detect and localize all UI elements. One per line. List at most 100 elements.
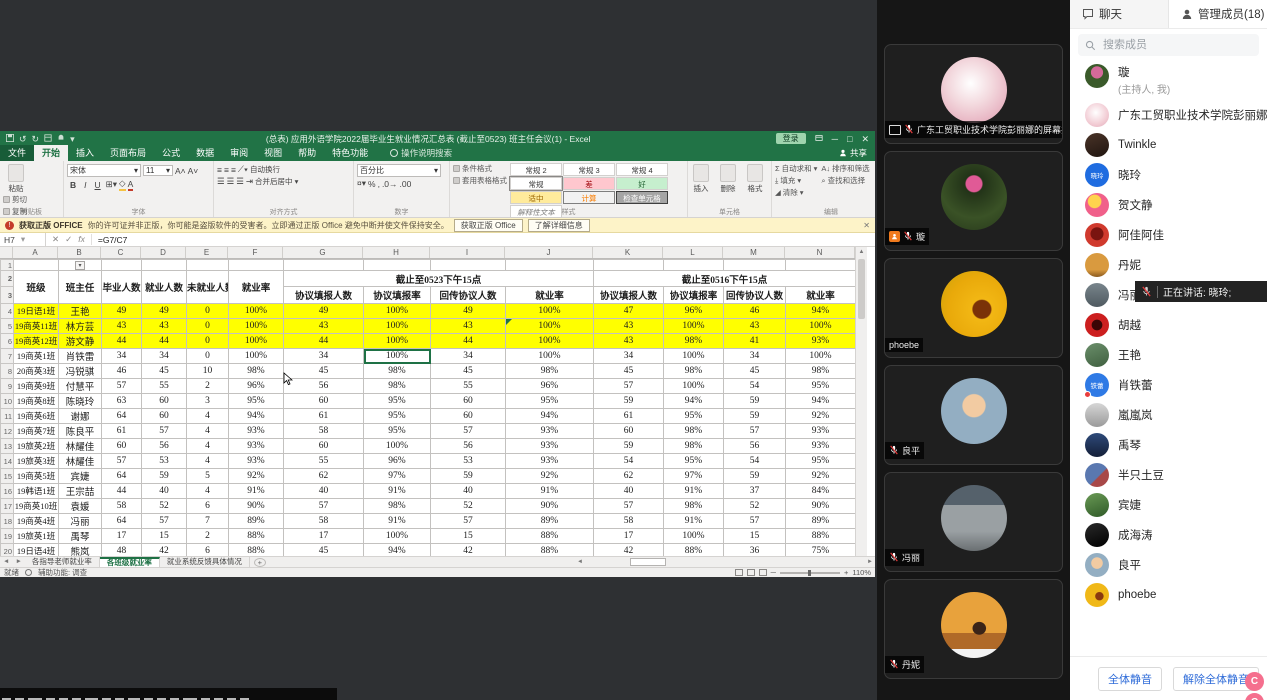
cell-value[interactable]: 5 bbox=[187, 469, 229, 484]
ribbon-tab-公式[interactable]: 公式 bbox=[154, 145, 188, 161]
插入-button[interactable]: 插入 bbox=[691, 163, 711, 194]
member-item[interactable]: 阿佳阿佳 bbox=[1070, 220, 1267, 250]
cell-style-常规 2[interactable]: 常规 2 bbox=[510, 163, 562, 176]
cell-value[interactable]: 45 bbox=[724, 364, 786, 379]
cell-value[interactable]: 92% bbox=[229, 469, 284, 484]
cell-value[interactable]: 40 bbox=[594, 484, 664, 499]
cell-value[interactable]: 88% bbox=[506, 544, 594, 557]
column-header-K[interactable]: K bbox=[593, 247, 663, 258]
cell-value[interactable]: 17 bbox=[102, 529, 142, 544]
cell-style-好[interactable]: 好 bbox=[616, 177, 668, 190]
borders-icon[interactable]: ⊞▾ bbox=[106, 179, 117, 190]
cell-value[interactable]: 17 bbox=[594, 529, 664, 544]
cell-value[interactable]: 6 bbox=[187, 499, 229, 514]
cell-value[interactable]: 15 bbox=[724, 529, 786, 544]
cell-value[interactable]: 59 bbox=[724, 394, 786, 409]
cell-value[interactable]: 34 bbox=[142, 349, 187, 364]
font-size-select[interactable]: 11▾ bbox=[143, 165, 173, 176]
zoom-in-icon[interactable]: + bbox=[844, 568, 848, 577]
cell-value[interactable]: 60 bbox=[102, 439, 142, 454]
italic-button[interactable]: I bbox=[81, 179, 89, 191]
cell-value[interactable]: 57 bbox=[594, 499, 664, 514]
cell-value[interactable]: 58 bbox=[102, 499, 142, 514]
cell-value[interactable]: 43 bbox=[142, 319, 187, 334]
cell-H1[interactable] bbox=[364, 260, 431, 271]
video-tile[interactable]: phoebe bbox=[884, 258, 1063, 358]
video-tile[interactable]: 丹妮 bbox=[884, 579, 1063, 679]
cell-value[interactable]: 53 bbox=[431, 454, 506, 469]
cell-value[interactable]: 100% bbox=[506, 319, 594, 334]
cell-teacher[interactable]: 陈良平 bbox=[59, 424, 102, 439]
cell-value[interactable]: 98% bbox=[364, 499, 431, 514]
cell-value[interactable]: 52 bbox=[724, 499, 786, 514]
cell-value[interactable]: 100% bbox=[786, 349, 856, 364]
sheet-tab-各班级就业率[interactable]: 各班级就业率 bbox=[100, 557, 160, 567]
sheet-nav-left-icon[interactable]: ◄ bbox=[0, 557, 12, 567]
cell-value[interactable]: 43 bbox=[431, 319, 506, 334]
cell-value[interactable]: 89% bbox=[786, 514, 856, 529]
cell-value[interactable]: 88% bbox=[664, 544, 724, 557]
header-cell[interactable]: 就业率 bbox=[229, 271, 284, 304]
cell-value[interactable]: 98% bbox=[664, 424, 724, 439]
cell-teacher[interactable]: 游文静 bbox=[59, 334, 102, 349]
cell-value[interactable]: 60 bbox=[431, 409, 506, 424]
格式-button[interactable]: 格式 bbox=[745, 163, 765, 194]
cell-value[interactable]: 57 bbox=[284, 499, 364, 514]
cell-value[interactable]: 34 bbox=[102, 349, 142, 364]
cell-style-常规[interactable]: 常规 bbox=[510, 177, 562, 190]
member-item[interactable]: 贺文静 bbox=[1070, 190, 1267, 220]
member-item[interactable]: 良平 bbox=[1070, 550, 1267, 580]
member-item[interactable]: phoebe bbox=[1070, 580, 1267, 610]
video-tile[interactable]: 良平 bbox=[884, 365, 1063, 465]
column-header-I[interactable]: I bbox=[430, 247, 505, 258]
cell-value[interactable]: 59 bbox=[594, 439, 664, 454]
sheet-tab-就业系统反馈具体情况[interactable]: 就业系统反馈具体情况 bbox=[160, 557, 250, 567]
cell-teacher[interactable]: 陈晓玲 bbox=[59, 394, 102, 409]
member-item[interactable]: 胡越 bbox=[1070, 310, 1267, 340]
normal-view-icon[interactable] bbox=[735, 569, 743, 576]
member-item[interactable]: 晓玲晓玲 bbox=[1070, 160, 1267, 190]
footer-button-全体静音[interactable]: 全体静音 bbox=[1098, 667, 1162, 691]
video-tile[interactable]: 璇 bbox=[884, 151, 1063, 251]
cell-J1[interactable] bbox=[506, 260, 594, 271]
header-cell[interactable]: 就业人数 bbox=[142, 271, 187, 304]
cell-value[interactable]: 60 bbox=[142, 394, 187, 409]
sheet-nav-right-icon[interactable]: ► bbox=[12, 557, 24, 567]
sheet-tab-各指导老师就业率[interactable]: 各指导老师就业率 bbox=[25, 557, 100, 567]
cell-value[interactable]: 100% bbox=[364, 529, 431, 544]
cell-teacher[interactable]: 王艳 bbox=[59, 304, 102, 319]
cell-value[interactable]: 34 bbox=[284, 349, 364, 364]
subheader-cell[interactable]: 就业率 bbox=[506, 287, 594, 304]
cell-value[interactable]: 54 bbox=[724, 379, 786, 394]
header-group-0516[interactable]: 截止至0516下午15点 bbox=[594, 271, 856, 287]
cell-value[interactable]: 3 bbox=[187, 394, 229, 409]
cell-teacher[interactable]: 宾婕 bbox=[59, 469, 102, 484]
cell-value[interactable]: 43 bbox=[284, 319, 364, 334]
sort-filter-button[interactable]: A↓排序和筛选 bbox=[821, 163, 869, 174]
column-header-A[interactable]: A bbox=[13, 247, 58, 258]
number-format-select[interactable]: 百分比▾ bbox=[357, 164, 441, 177]
cell-class[interactable]: 19商英11班 bbox=[14, 319, 59, 334]
cell-value[interactable]: 57 bbox=[102, 454, 142, 469]
cell-value[interactable]: 53 bbox=[142, 454, 187, 469]
cell-class[interactable]: 19旅英2班 bbox=[14, 439, 59, 454]
notice-close-icon[interactable]: ✕ bbox=[863, 221, 870, 230]
cell-value[interactable]: 100% bbox=[506, 334, 594, 349]
member-item[interactable]: 成海涛 bbox=[1070, 520, 1267, 550]
cell-value[interactable]: 43 bbox=[594, 334, 664, 349]
cell-value[interactable]: 44 bbox=[284, 334, 364, 349]
cell-value[interactable]: 93% bbox=[229, 439, 284, 454]
header-group-0523[interactable]: 截止至0523下午15点 bbox=[284, 271, 594, 287]
cell-class[interactable]: 19韩语1班 bbox=[14, 484, 59, 499]
cell-value[interactable]: 100% bbox=[229, 349, 284, 364]
subheader-cell[interactable]: 协议填报人数 bbox=[284, 287, 364, 304]
cell-value[interactable]: 61 bbox=[594, 409, 664, 424]
member-item[interactable]: 王艳 bbox=[1070, 340, 1267, 370]
cell-value[interactable]: 56 bbox=[284, 379, 364, 394]
cell-class[interactable]: 19商英8班 bbox=[14, 394, 59, 409]
cell-value[interactable]: 0 bbox=[187, 319, 229, 334]
column-header-E[interactable]: E bbox=[186, 247, 228, 258]
ribbon-tab-帮助[interactable]: 帮助 bbox=[290, 145, 324, 161]
cell-class[interactable]: 19商英12班 bbox=[14, 334, 59, 349]
video-tile[interactable]: 广东工贸职业技术学院彭丽娜的屏幕共享 bbox=[884, 44, 1063, 144]
